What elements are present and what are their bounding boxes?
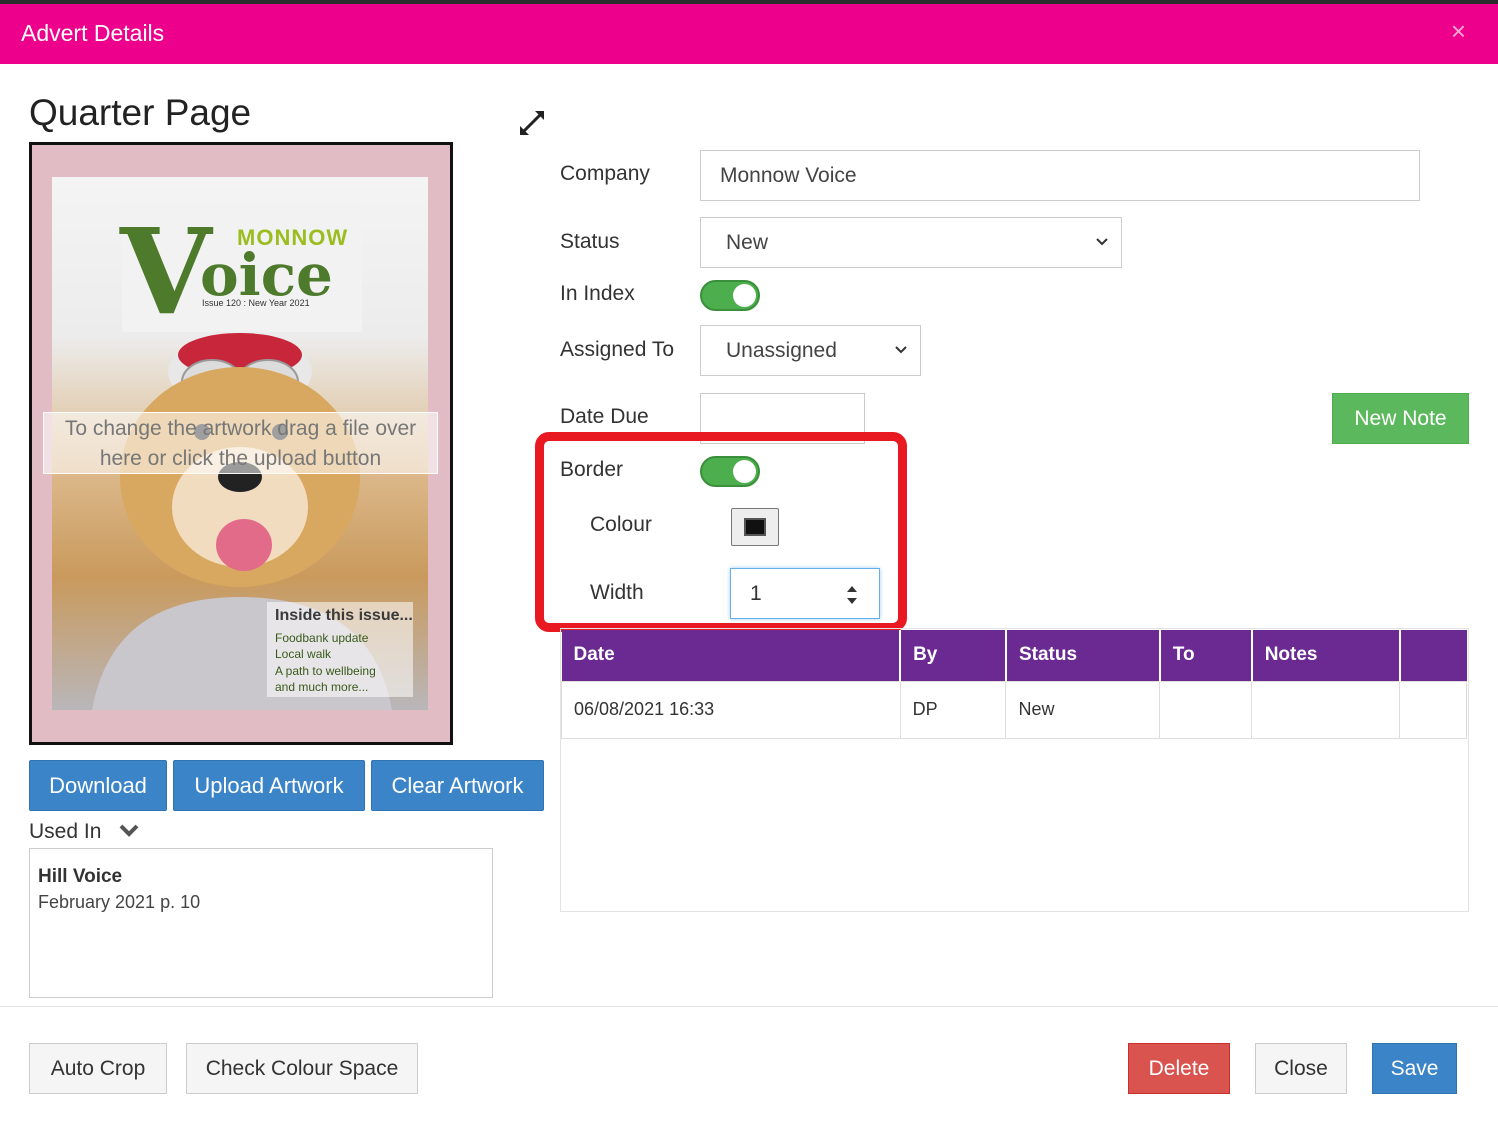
status-select[interactable]: New: [700, 217, 1122, 268]
assigned-to-value: Unassigned: [726, 338, 837, 362]
assigned-to-select[interactable]: Unassigned: [700, 325, 921, 376]
annotation-highlight: [535, 432, 907, 632]
advert-size-title: Quarter Page: [29, 92, 252, 133]
company-value: Monnow Voice: [720, 163, 857, 187]
dialog-header: Advert Details ×: [0, 4, 1498, 64]
column-header-notes[interactable]: Notes: [1251, 630, 1401, 681]
column-header-date[interactable]: Date: [561, 630, 902, 681]
cell-notes: [1251, 680, 1401, 739]
chevron-down-icon: [895, 346, 907, 354]
cell-by: DP: [899, 680, 1007, 739]
status-label: Status: [560, 230, 620, 253]
company-label: Company: [560, 162, 650, 185]
clear-artwork-button[interactable]: Clear Artwork: [371, 760, 544, 811]
column-header-to[interactable]: To: [1159, 630, 1253, 681]
chevron-down-icon[interactable]: [118, 822, 140, 840]
column-header-actions: [1399, 630, 1467, 681]
notes-table: Date By Status To Notes 06/08/2021 16:33…: [561, 630, 1467, 739]
cover-inside-item: Local walk: [275, 647, 332, 661]
auto-crop-button[interactable]: Auto Crop: [29, 1043, 167, 1094]
footer-divider: [0, 1006, 1498, 1007]
table-row[interactable]: 06/08/2021 16:33 DP New: [561, 680, 1467, 739]
used-in-detail: February 2021 p. 10: [38, 892, 201, 912]
cover-logo-small: MONNOW: [237, 225, 349, 250]
cell-date: 06/08/2021 16:33: [561, 680, 901, 739]
delete-button[interactable]: Delete: [1128, 1043, 1230, 1094]
status-value: New: [726, 230, 769, 254]
cover-issue-line: Issue 120 : New Year 2021: [202, 298, 310, 308]
cell-status: New: [1005, 680, 1161, 739]
cell-to: [1159, 680, 1253, 739]
toggle-knob: [733, 284, 756, 307]
close-icon[interactable]: ×: [1451, 18, 1466, 44]
in-index-toggle[interactable]: [700, 280, 760, 311]
used-in-publication[interactable]: Hill Voice: [38, 866, 484, 888]
column-header-status[interactable]: Status: [1005, 630, 1161, 681]
artwork-drop-hint: To change the artwork drag a file over h…: [43, 412, 438, 474]
used-in-list: Hill Voice February 2021 p. 10: [29, 848, 493, 998]
used-in-label: Used In: [29, 820, 102, 843]
close-button[interactable]: Close: [1255, 1043, 1347, 1094]
date-due-label: Date Due: [560, 405, 649, 428]
expand-icon[interactable]: [517, 108, 547, 138]
notes-header-row: Date By Status To Notes: [561, 630, 1467, 681]
in-index-label: In Index: [560, 282, 635, 305]
cover-inside-title: Inside this issue...: [275, 607, 413, 624]
upload-artwork-button[interactable]: Upload Artwork: [173, 760, 365, 811]
company-field[interactable]: Monnow Voice: [700, 150, 1420, 201]
cover-inside-item: A path to wellbeing: [275, 664, 376, 678]
cell-actions: [1399, 680, 1467, 739]
save-button[interactable]: Save: [1372, 1043, 1457, 1094]
cover-inside-item: Foodbank update: [275, 631, 369, 645]
cover-inside-item: and much more...: [275, 680, 369, 694]
dialog-title: Advert Details: [21, 20, 165, 46]
chevron-down-icon: [1096, 238, 1108, 246]
column-header-by[interactable]: By: [900, 630, 1007, 681]
download-button[interactable]: Download: [29, 760, 167, 811]
check-colour-space-button[interactable]: Check Colour Space: [186, 1043, 418, 1094]
assigned-to-label: Assigned To: [560, 338, 675, 361]
new-note-button[interactable]: New Note: [1332, 393, 1469, 444]
